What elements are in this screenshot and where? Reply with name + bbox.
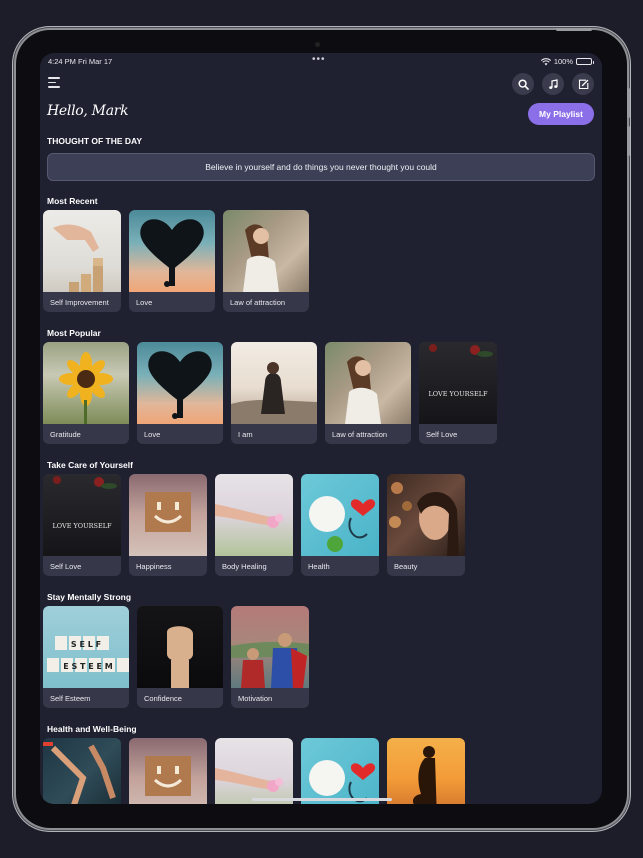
- card-image: [215, 474, 293, 556]
- card-pregnancy[interactable]: [387, 738, 465, 804]
- card-image: [387, 474, 465, 556]
- card-image: [129, 210, 215, 292]
- card-label: Body Healing: [222, 562, 267, 571]
- card-image: [43, 738, 121, 804]
- thought-of-the-day: Believe in yourself and do things you ne…: [47, 153, 595, 181]
- greeting: Hello, Mark: [47, 103, 129, 119]
- section-title: Most Recent: [47, 196, 98, 206]
- card-row: [43, 738, 465, 804]
- card-label: Self Esteem: [50, 694, 91, 703]
- card-row: S E L F E S T E E M Self Esteem Confiden…: [43, 606, 309, 708]
- card-self-love[interactable]: LOVE YOURSELF Self Love: [43, 474, 121, 576]
- battery-percent: 100%: [553, 57, 573, 66]
- card-label: Beauty: [394, 562, 418, 571]
- front-camera: [315, 42, 320, 47]
- card-image: [43, 342, 129, 424]
- wifi-icon: [540, 57, 551, 65]
- card-image: [137, 606, 223, 688]
- card-image: [301, 738, 379, 804]
- volume-down-button: [627, 126, 630, 156]
- card-law-of-attraction[interactable]: Law of attraction: [223, 210, 309, 312]
- card-self-improvement[interactable]: Self Improvement: [43, 210, 121, 312]
- card-row: Self Improvement Love Law of attraction: [43, 210, 309, 312]
- card-running[interactable]: [43, 738, 121, 804]
- music-button[interactable]: [542, 73, 564, 95]
- card-row: Gratitude Love I am Law of attraction LO…: [43, 342, 497, 444]
- volume-up-button: [627, 88, 630, 118]
- search-icon: [517, 78, 529, 90]
- card-image: S E L F E S T E E M: [43, 606, 129, 688]
- home-indicator[interactable]: [252, 798, 392, 801]
- status-time: 4:24 PM Fri Mar 17: [48, 57, 113, 66]
- status-bar: 4:24 PM Fri Mar 17 ••• 100%: [40, 53, 602, 69]
- card-label: Gratitude: [50, 430, 81, 439]
- card-label: Love: [136, 298, 153, 307]
- app-screen: 4:24 PM Fri Mar 17 ••• 100% Hello, Mark …: [40, 53, 602, 804]
- card-image: LOVE YOURSELF: [43, 474, 121, 556]
- card-row: LOVE YOURSELF Self Love Happiness Body H…: [43, 474, 465, 576]
- edit-button[interactable]: [572, 73, 594, 95]
- search-button[interactable]: [512, 73, 534, 95]
- thumb-text: S E L F: [71, 640, 101, 649]
- multitasking-dots[interactable]: •••: [312, 54, 326, 65]
- card-label: Confidence: [144, 694, 182, 703]
- card-self-love[interactable]: LOVE YOURSELF Self Love: [419, 342, 497, 444]
- card-health[interactable]: Health: [301, 474, 379, 576]
- battery-icon: [576, 58, 594, 65]
- card-love[interactable]: Love: [137, 342, 223, 444]
- card-label: Love: [144, 430, 161, 439]
- card-label: Self Improvement: [50, 298, 109, 307]
- card-label: Law of attraction: [230, 298, 286, 307]
- card-happiness[interactable]: [129, 738, 207, 804]
- section-title: Most Popular: [47, 328, 101, 338]
- card-confidence[interactable]: Confidence: [137, 606, 223, 708]
- card-image: [301, 474, 379, 556]
- card-image: LOVE YOURSELF: [419, 342, 497, 424]
- card-beauty[interactable]: Beauty: [387, 474, 465, 576]
- card-i-am[interactable]: I am: [231, 342, 317, 444]
- card-label: Happiness: [136, 562, 172, 571]
- section-title: Health and Well-Being: [47, 724, 137, 734]
- card-image: [387, 738, 465, 804]
- card-image: [137, 342, 223, 424]
- top-button: [556, 28, 592, 31]
- thumb-text: LOVE YOURSELF: [52, 522, 112, 530]
- thumb-text: E S T E E M: [63, 662, 113, 671]
- music-note-icon: [548, 78, 558, 89]
- card-image: [231, 342, 317, 424]
- card-happiness[interactable]: Happiness: [129, 474, 207, 576]
- card-label: Law of attraction: [332, 430, 388, 439]
- card-image: [231, 606, 309, 688]
- card-label: Self Love: [426, 430, 458, 439]
- card-label: Motivation: [238, 694, 273, 703]
- my-playlist-button[interactable]: My Playlist: [528, 103, 594, 125]
- card-motivation[interactable]: Motivation: [231, 606, 309, 708]
- edit-icon: [578, 79, 588, 89]
- section-title: Stay Mentally Strong: [47, 592, 132, 602]
- card-love[interactable]: Love: [129, 210, 215, 312]
- card-image: [129, 474, 207, 556]
- card-image: [129, 738, 207, 804]
- card-label: I am: [238, 430, 253, 439]
- card-body-healing[interactable]: [215, 738, 293, 804]
- card-image: [223, 210, 309, 292]
- menu-icon[interactable]: [48, 77, 60, 89]
- section-title: Take Care of Yourself: [47, 460, 133, 470]
- card-body-healing[interactable]: Body Healing: [215, 474, 293, 576]
- card-image: [325, 342, 411, 424]
- card-image: [215, 738, 293, 804]
- card-gratitude[interactable]: Gratitude: [43, 342, 129, 444]
- card-label: Health: [308, 562, 330, 571]
- card-image: [43, 210, 121, 292]
- card-label: Self Love: [50, 562, 82, 571]
- card-self-esteem[interactable]: S E L F E S T E E M Self Esteem: [43, 606, 129, 708]
- thumb-text: LOVE YOURSELF: [428, 390, 488, 398]
- card-law-of-attraction[interactable]: Law of attraction: [325, 342, 411, 444]
- status-right: 100%: [540, 57, 594, 66]
- thought-title: THOUGHT OF THE DAY: [47, 136, 143, 146]
- card-health[interactable]: [301, 738, 379, 804]
